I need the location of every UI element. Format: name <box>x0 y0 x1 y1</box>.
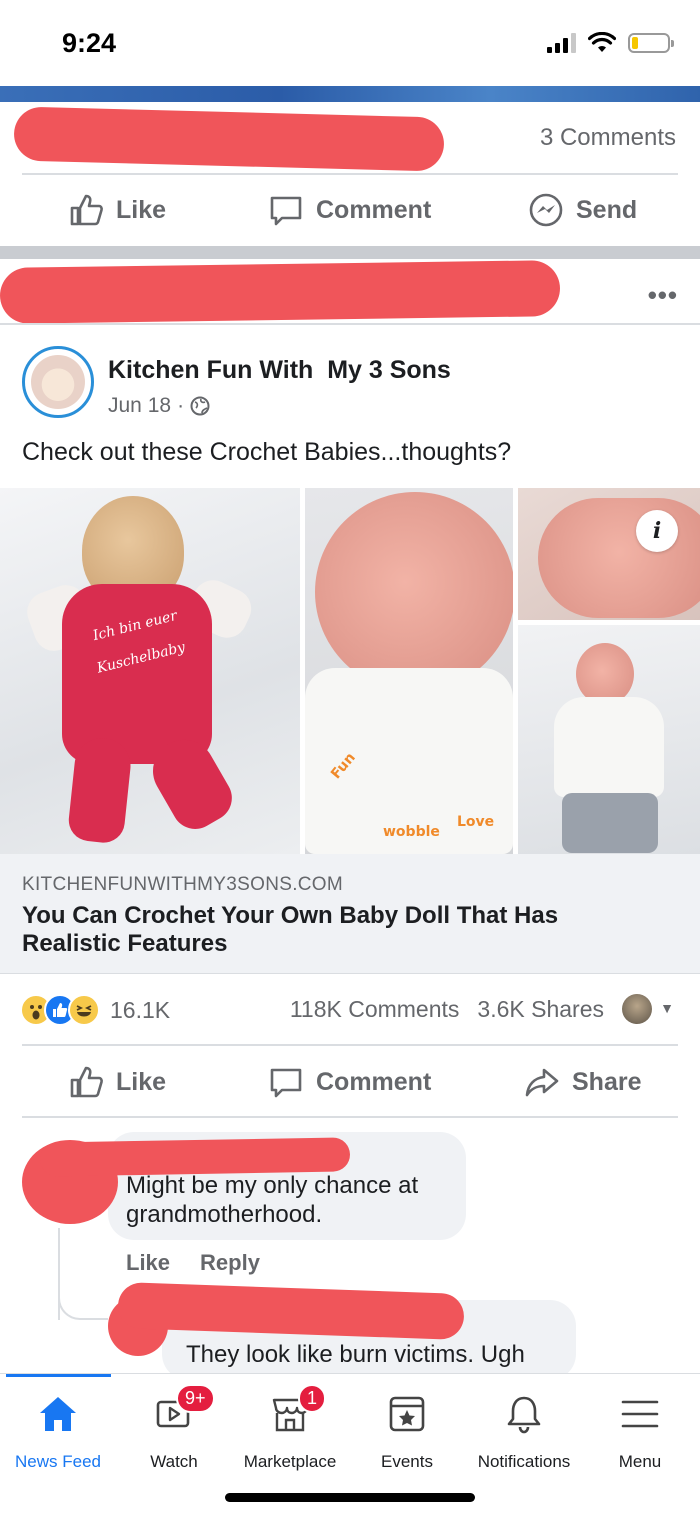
thread-connector <box>58 1260 108 1320</box>
tab-menu[interactable]: Menu <box>580 1392 700 1472</box>
marketplace-badge: 1 <box>298 1384 327 1413</box>
tab-label: News Feed <box>15 1452 101 1471</box>
messenger-icon <box>529 193 563 227</box>
thumbs-up-icon <box>70 1066 103 1098</box>
tab-watch[interactable]: 9+ Watch <box>114 1384 234 1472</box>
tab-label: Watch <box>150 1452 198 1471</box>
date-separator: · <box>177 394 185 417</box>
like-label: Like <box>116 1067 167 1096</box>
bell-icon <box>507 1396 541 1434</box>
comment-button[interactable]: Comment <box>268 192 431 228</box>
comment-reply-button[interactable]: Reply <box>200 1250 260 1276</box>
tab-label: Notifications <box>477 1452 571 1471</box>
share-arrow-icon <box>525 1068 559 1097</box>
divider <box>22 1116 678 1118</box>
link-domain: KITCHENFUNWITHMY3SONS.COM <box>22 874 343 895</box>
reply-text: They look like burn victims. Ugh <box>186 1341 525 1368</box>
post-text: Check out these Crochet Babies...thought… <box>22 438 512 466</box>
photo-doll-legs[interactable] <box>518 488 700 620</box>
divider <box>22 1044 678 1046</box>
comment-actions: Like Reply <box>126 1250 260 1276</box>
info-icon[interactable]: i <box>636 510 678 552</box>
wifi-icon <box>588 32 616 52</box>
shares-count-link[interactable]: 3.6K Shares <box>477 996 604 1023</box>
comments-count-link[interactable]: 3 Comments <box>540 124 676 152</box>
tab-events[interactable]: Events <box>347 1392 467 1472</box>
redacted-sharer <box>0 260 561 324</box>
battery-icon <box>628 33 674 53</box>
cover-photo-strip <box>0 86 700 102</box>
post-date: Jun 18 · <box>108 394 210 418</box>
redacted-name <box>13 106 445 172</box>
send-label: Send <box>576 195 638 224</box>
status-bar: 9:24 <box>0 0 700 86</box>
status-icons <box>547 32 674 54</box>
tab-notifications[interactable]: Notifications <box>464 1392 584 1472</box>
tab-marketplace[interactable]: 1 Marketplace <box>230 1384 350 1472</box>
globe-icon <box>190 396 210 416</box>
home-indicator[interactable] <box>225 1493 475 1502</box>
haha-reaction-icon <box>68 994 100 1026</box>
comment-icon <box>270 196 302 226</box>
comment-icon <box>270 1068 302 1098</box>
thumbs-up-icon <box>70 194 103 226</box>
viewer-avatar[interactable] <box>622 994 652 1024</box>
share-button[interactable]: Share <box>524 1064 641 1100</box>
page-avatar[interactable] <box>22 346 94 418</box>
link-title: You Can Crochet Your Own Baby Doll That … <box>22 902 559 957</box>
status-time: 9:24 <box>62 28 117 58</box>
shirt-print-wobble: wobble <box>383 824 440 840</box>
comment-label: Comment <box>316 195 432 224</box>
tab-label: Marketplace <box>243 1452 337 1471</box>
shirt-print-love: Love <box>457 814 495 830</box>
divider <box>22 173 678 175</box>
more-options-icon[interactable]: ••• <box>648 280 678 311</box>
page-name[interactable]: Kitchen Fun With My 3 Sons <box>108 356 451 385</box>
send-button[interactable]: Send <box>528 192 637 228</box>
divider <box>0 323 700 325</box>
chevron-down-icon[interactable]: ▼ <box>660 1000 674 1016</box>
active-tab-indicator <box>6 1374 111 1377</box>
watch-badge: 9+ <box>176 1384 215 1413</box>
like-button[interactable]: Like <box>68 1064 166 1100</box>
photo-red-doll[interactable]: Ich bin euer Kuschelbaby <box>0 488 300 854</box>
photo-full-doll[interactable] <box>518 625 700 854</box>
post-date-text[interactable]: Jun 18 <box>108 394 171 418</box>
like-label: Like <box>116 195 167 224</box>
reaction-count: 16.1K <box>110 996 171 1023</box>
comments-count-link[interactable]: 118K Comments <box>290 996 460 1023</box>
tab-label: Menu <box>618 1452 662 1471</box>
home-icon <box>40 1397 76 1431</box>
tab-news-feed[interactable]: News Feed <box>0 1392 118 1472</box>
reactions-summary[interactable]: 16.1K <box>20 994 170 1026</box>
cellular-signal-icon <box>547 33 576 53</box>
like-button[interactable]: Like <box>68 192 166 228</box>
share-label: Share <box>572 1067 642 1096</box>
events-icon <box>389 1396 425 1432</box>
comment-like-button[interactable]: Like <box>126 1250 170 1276</box>
engagement-stats: 118K Comments 3.6K Shares <box>290 996 604 1023</box>
menu-icon <box>621 1400 659 1428</box>
bottom-tab-bar: News Feed 9+ Watch 1 Marketplace Events … <box>0 1373 700 1515</box>
comment-text: Might be my only chance at grandmotherho… <box>126 1172 419 1228</box>
comment-button[interactable]: Comment <box>268 1064 431 1100</box>
photo-pink-face-closeup[interactable]: Fun wobble Love <box>305 488 513 854</box>
comment-label: Comment <box>316 1067 432 1096</box>
link-preview[interactable]: KITCHENFUNWITHMY3SONS.COM You Can Croche… <box>0 854 700 974</box>
tab-label: Events <box>381 1452 433 1471</box>
feed-separator <box>0 246 700 259</box>
